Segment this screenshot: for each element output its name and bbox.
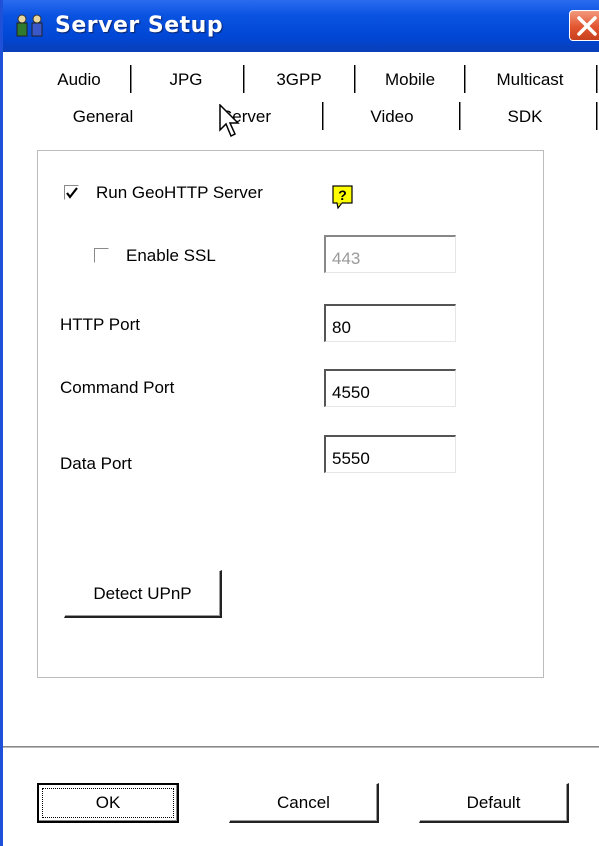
- tab-audio[interactable]: Audio: [33, 63, 125, 97]
- ssl-port-field[interactable]: [324, 235, 456, 273]
- people-icon: [16, 14, 43, 37]
- tab-divider: [464, 65, 466, 93]
- command-port-field[interactable]: [324, 369, 456, 407]
- default-label: Default: [466, 792, 521, 812]
- close-icon: [577, 16, 597, 36]
- run-geohttp-checkbox[interactable]: [64, 185, 79, 200]
- tab-divider: [243, 65, 245, 93]
- tab-divider: [596, 102, 598, 130]
- title-bar[interactable]: Server Setup: [3, 0, 599, 52]
- tab-row-2: General Server Video SDK: [3, 100, 599, 134]
- checkmark-icon: [66, 187, 78, 199]
- server-setup-window: Server Setup Audio JPG 3GPP Mobile Multi…: [0, 0, 599, 846]
- enable-ssl-label[interactable]: Enable SSL: [126, 246, 216, 266]
- window-title: Server Setup: [55, 13, 224, 38]
- tab-divider: [596, 65, 598, 93]
- tab-row-1: Audio JPG 3GPP Mobile Multicast: [3, 63, 599, 97]
- tab-divider: [459, 102, 461, 130]
- http-port-label: HTTP Port: [60, 315, 140, 334]
- tab-3gpp[interactable]: 3GPP: [250, 63, 348, 97]
- tab-server[interactable]: Server: [183, 100, 309, 134]
- mouse-cursor-icon: [219, 104, 240, 138]
- tab-sdk[interactable]: SDK: [466, 100, 584, 134]
- http-port-field[interactable]: [324, 304, 456, 342]
- detect-upnp-label: Detect UPnP: [93, 583, 192, 603]
- svg-text:?: ?: [338, 187, 347, 203]
- tab-divider: [130, 65, 132, 93]
- data-port-field[interactable]: [324, 435, 456, 473]
- tab-multicast[interactable]: Multicast: [471, 63, 589, 97]
- cancel-label: Cancel: [277, 792, 330, 812]
- enable-ssl-checkbox[interactable]: [94, 248, 109, 263]
- tab-video[interactable]: Video: [329, 100, 455, 134]
- close-button[interactable]: [569, 10, 599, 41]
- tab-jpg[interactable]: JPG: [137, 63, 235, 97]
- tab-mobile[interactable]: Mobile: [361, 63, 459, 97]
- command-port-label: Command Port: [60, 378, 175, 397]
- footer-separator: [3, 746, 599, 749]
- tab-divider: [322, 102, 324, 130]
- tab-divider: [354, 65, 356, 93]
- tab-general[interactable]: General: [43, 100, 163, 134]
- run-geohttp-label[interactable]: Run GeoHTTP Server: [96, 183, 263, 203]
- cancel-button[interactable]: Cancel: [229, 783, 379, 823]
- ok-button[interactable]: OK: [37, 783, 179, 823]
- server-tab-panel: Run GeoHTTP Server ? Enable SSL HTTP Por…: [37, 150, 544, 678]
- data-port-label: Data Port: [60, 454, 132, 473]
- focus-rectangle: [42, 788, 174, 818]
- detect-upnp-button[interactable]: Detect UPnP: [64, 570, 222, 618]
- default-button[interactable]: Default: [419, 783, 569, 823]
- help-icon[interactable]: ?: [332, 185, 354, 209]
